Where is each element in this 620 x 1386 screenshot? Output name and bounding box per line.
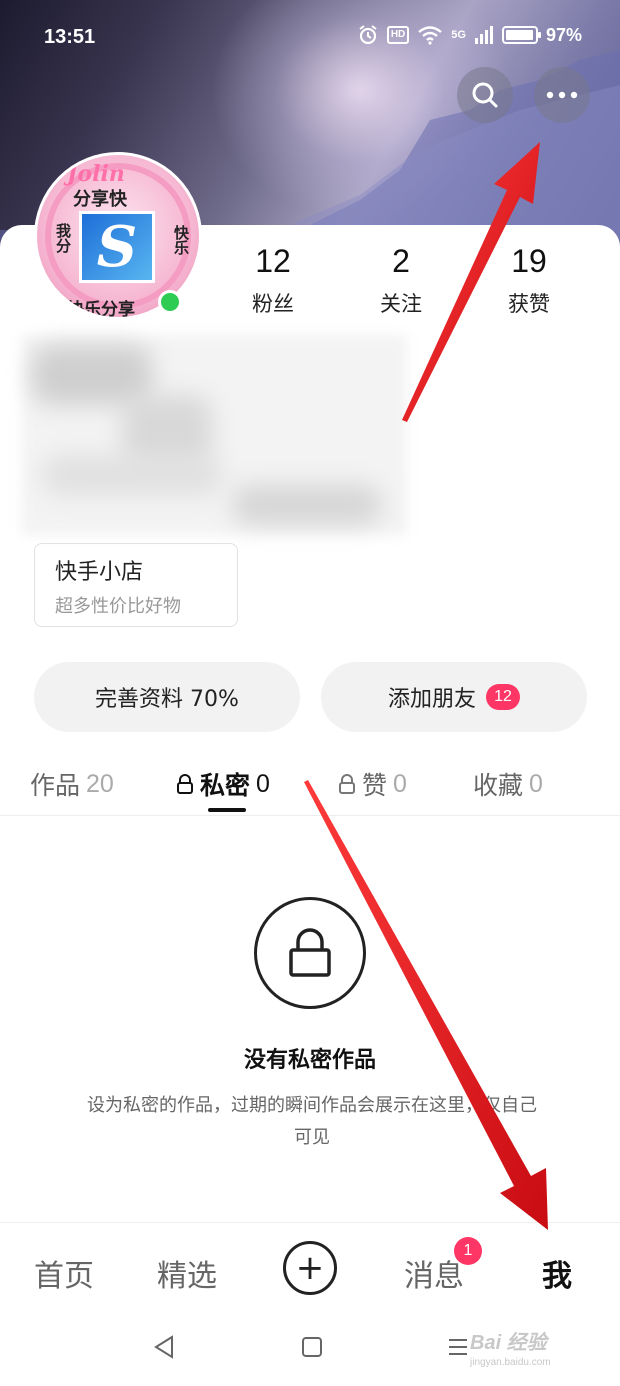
search-button[interactable] <box>457 67 513 123</box>
signal-icon <box>474 26 493 44</box>
battery-icon <box>501 26 541 44</box>
tab-works-count: 20 <box>86 769 114 798</box>
more-dots-icon <box>546 91 578 99</box>
stat-followers-label: 粉丝 <box>252 292 294 316</box>
stat-likes-value: 19 <box>511 243 547 279</box>
stat-followers-value: 12 <box>255 243 291 279</box>
create-button[interactable]: + <box>283 1241 337 1295</box>
watermark-text: Bai 经验 <box>470 1332 547 1354</box>
nav-home[interactable]: 首页 <box>34 1251 94 1295</box>
tab-private-count: 0 <box>256 769 270 798</box>
stat-likes[interactable]: 19 获赞 <box>489 244 569 318</box>
tab-liked-label: 赞 <box>362 771 388 800</box>
tab-works[interactable]: 作品 20 <box>30 766 114 802</box>
back-triangle-icon[interactable] <box>152 1334 176 1360</box>
tab-favorites-count: 0 <box>529 769 543 798</box>
content-tabs: 作品 20 私密 0 赞 0 收藏 0 <box>0 760 620 816</box>
plus-icon: + <box>295 1248 325 1288</box>
search-icon <box>472 82 498 108</box>
alarm-icon <box>359 25 377 45</box>
wifi-icon <box>418 26 443 45</box>
status-time: 13:51 <box>44 26 96 48</box>
home-square-icon[interactable] <box>300 1334 324 1360</box>
add-friends-button[interactable]: 添加朋友 12 <box>321 662 587 732</box>
stat-following-label: 关注 <box>380 292 422 316</box>
tab-private-label: 私密 <box>200 771 251 800</box>
online-status-dot <box>158 290 182 314</box>
avatar-left-text: 我分 <box>54 223 72 253</box>
nav-featured[interactable]: 精选 <box>157 1251 217 1295</box>
watermark-sub: jingyan.baidu.com <box>470 1357 551 1368</box>
avatar-right-text: 快乐 <box>172 225 190 255</box>
blurred-profile-info <box>22 335 407 535</box>
complete-profile-button[interactable]: 完善资料 70% <box>34 662 300 732</box>
tab-favorites-label: 收藏 <box>473 771 524 800</box>
lock-icon <box>289 928 331 977</box>
more-options-button[interactable] <box>534 67 590 123</box>
menu-lines-icon[interactable] <box>446 1334 470 1360</box>
shop-title: 快手小店 <box>55 560 144 585</box>
tab-liked-count: 0 <box>393 769 407 798</box>
stat-following[interactable]: 2 关注 <box>361 244 441 318</box>
tab-favorites[interactable]: 收藏 0 <box>473 766 543 802</box>
tab-liked[interactable]: 赞 0 <box>338 766 407 802</box>
nav-me[interactable]: 我 <box>542 1251 572 1295</box>
stat-following-value: 2 <box>392 243 410 279</box>
baidu-jingyan-watermark: Bai 经验 jingyan.baidu.com <box>470 1326 551 1368</box>
tab-private[interactable]: 私密 0 <box>176 766 270 802</box>
empty-state-lock-circle <box>254 897 366 1009</box>
messages-badge: 1 <box>454 1237 482 1265</box>
bottom-nav: 首页 精选 + 消息 1 我 <box>0 1222 620 1312</box>
active-tab-indicator <box>208 808 246 812</box>
shop-subtitle: 超多性价比好物 <box>55 596 181 617</box>
complete-profile-label: 完善资料 70% <box>95 687 239 712</box>
network-type: 5G <box>451 29 466 41</box>
lock-icon <box>177 774 193 794</box>
add-friends-label: 添加朋友 <box>387 687 476 712</box>
battery-percent: 97% <box>545 24 582 45</box>
avatar-brand-text: Jolin <box>67 161 125 187</box>
lock-icon <box>339 774 355 794</box>
avatar-logo-letter: S <box>96 214 138 280</box>
hd-badge: HD <box>386 26 410 44</box>
empty-state-title: 没有私密作品 <box>243 1048 376 1073</box>
avatar-logo: S <box>79 211 155 283</box>
avatar-top-text: 分享快 <box>73 189 127 210</box>
status-icons: HD 5G 97% <box>357 24 582 46</box>
status-bar: 13:51 HD 5G 97% <box>0 0 620 76</box>
add-friends-badge: 12 <box>486 684 520 710</box>
empty-state-description: 设为私密的作品，过期的瞬间作品会展示在这里，仅自己可见 <box>87 1095 537 1148</box>
kuaishou-shop-card[interactable]: 快手小店 超多性价比好物 <box>34 543 238 627</box>
tab-works-label: 作品 <box>30 771 81 800</box>
avatar-bottom-text: 快乐分享 <box>67 300 135 320</box>
stat-followers[interactable]: 12 粉丝 <box>233 244 313 318</box>
stat-likes-label: 获赞 <box>508 292 550 316</box>
